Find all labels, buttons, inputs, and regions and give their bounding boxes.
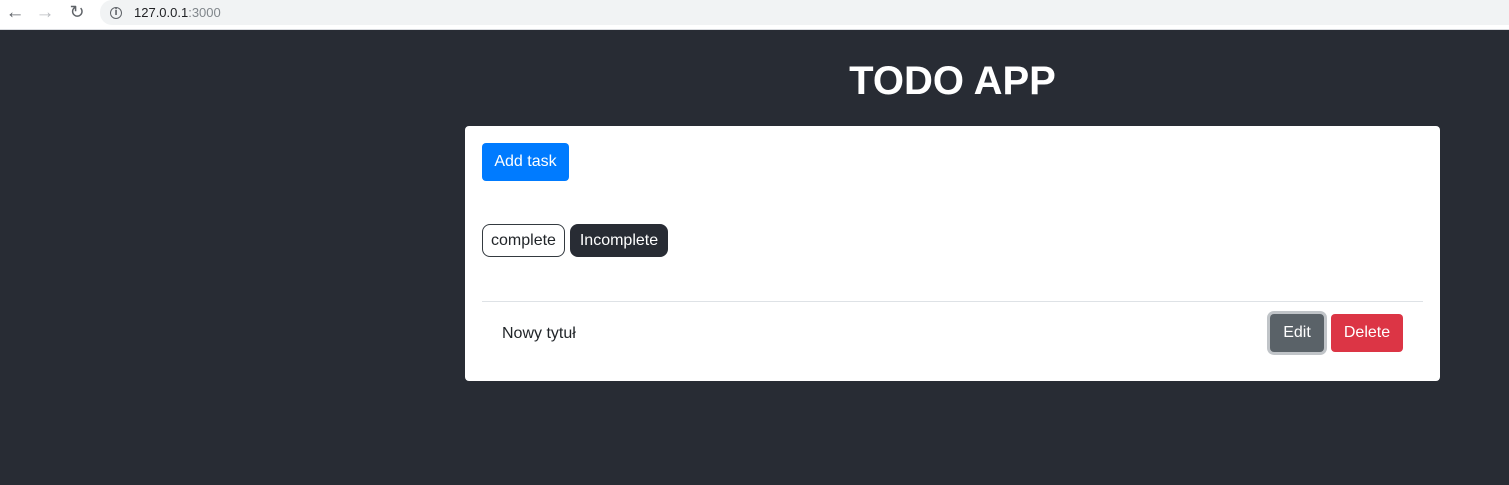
page-title: TODO APP [849,59,1056,103]
forward-arrow-icon[interactable]: → [33,0,57,24]
delete-button[interactable]: Delete [1331,314,1403,352]
browser-toolbar: ← → ↻ i 127.0.0.1:3000 [0,0,1509,30]
divider [482,301,1423,302]
edit-button[interactable]: Edit [1270,314,1324,352]
task-title: Nowy tytuł [502,325,576,342]
url-host: 127.0.0.1 [134,5,189,20]
reload-icon[interactable]: ↻ [65,0,89,24]
add-task-button[interactable]: Add task [482,143,569,181]
url-text[interactable]: 127.0.0.1:3000 [134,5,221,20]
address-bar[interactable]: i 127.0.0.1:3000 [100,0,1509,25]
back-arrow-icon[interactable]: ← [3,0,27,24]
filter-complete-button[interactable]: complete [482,224,565,257]
filter-incomplete-button[interactable]: Incomplete [570,224,668,257]
info-icon[interactable]: i [110,6,122,19]
todo-card: Add task complete Incomplete Nowy tytuł … [465,126,1440,381]
url-port: :3000 [188,5,221,20]
